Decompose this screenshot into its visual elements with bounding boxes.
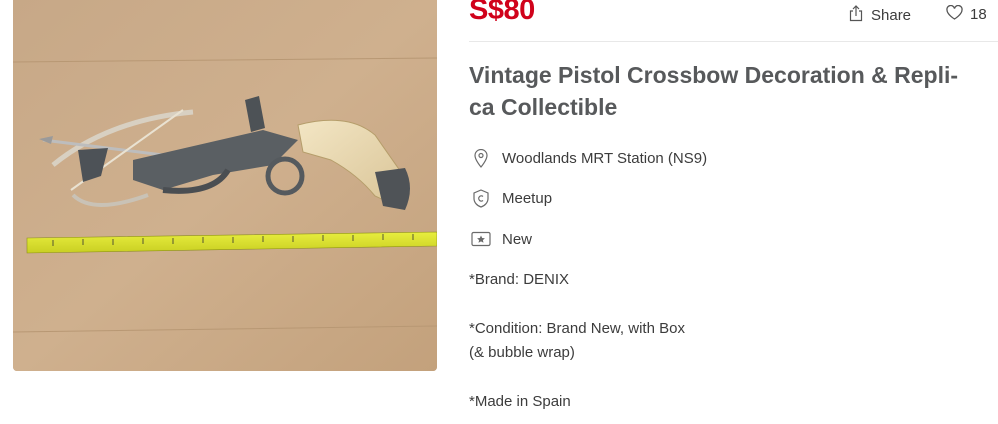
share-label: Share bbox=[871, 7, 912, 24]
like-count: 18 bbox=[970, 6, 987, 23]
meetup-icon bbox=[471, 188, 491, 208]
condition-text: New bbox=[502, 230, 533, 248]
share-icon bbox=[848, 5, 864, 26]
description-origin: *Made in Spain bbox=[469, 393, 571, 410]
meta-condition: New bbox=[471, 229, 532, 249]
share-button[interactable]: Share bbox=[848, 5, 911, 26]
location-text: Woodlands MRT Station (NS9) bbox=[502, 149, 708, 167]
like-button[interactable]: 18 bbox=[946, 4, 987, 24]
product-image bbox=[13, 0, 437, 371]
heart-icon bbox=[946, 4, 963, 24]
listing-title: Vintage Pistol Crossbow Decoration & Rep… bbox=[469, 62, 959, 120]
description-condition-line2: (& bubble wrap) bbox=[469, 344, 575, 361]
description-condition-line1: *Condition: Brand New, with Box bbox=[469, 320, 685, 337]
location-pin-icon bbox=[471, 148, 491, 168]
meta-location: Woodlands MRT Station (NS9) bbox=[471, 148, 707, 168]
price: S$80 bbox=[469, 0, 535, 26]
description-brand: *Brand: DENIX bbox=[469, 271, 570, 288]
product-photo[interactable] bbox=[13, 0, 437, 371]
meta-deal-method: Meetup bbox=[471, 188, 552, 208]
divider bbox=[469, 41, 998, 42]
condition-tag-icon bbox=[471, 229, 491, 249]
deal-method-text: Meetup bbox=[502, 189, 553, 207]
